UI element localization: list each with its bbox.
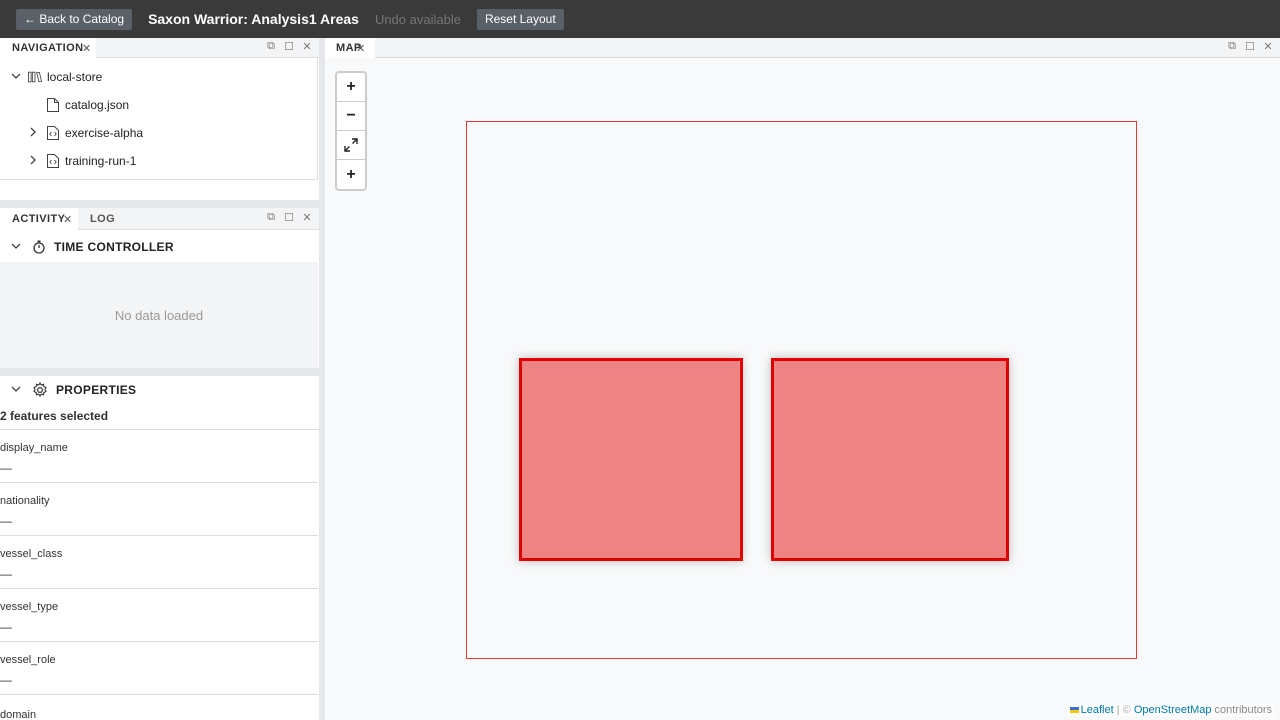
navigation-tabstrip: NAVIGATION ✕ ⧉ ☐ ✕ xyxy=(0,38,319,58)
gear-icon xyxy=(32,382,48,398)
activity-window-controls: ⧉ ☐ ✕ xyxy=(265,211,313,224)
ukraine-flag-icon xyxy=(1069,707,1079,714)
attribution-separator: | © xyxy=(1113,704,1134,716)
undo-status[interactable]: Undo available xyxy=(375,12,461,27)
reset-layout-button[interactable]: Reset Layout xyxy=(476,8,564,30)
maximize-icon[interactable]: ☐ xyxy=(1244,40,1256,53)
tab-navigation[interactable]: NAVIGATION ✕ xyxy=(0,38,96,58)
time-controller-empty: No data loaded xyxy=(0,262,318,368)
library-icon xyxy=(28,70,42,84)
zoom-in-button[interactable]: + xyxy=(337,73,365,102)
maximize-icon[interactable]: ☐ xyxy=(283,211,295,224)
property-label: vessel_type xyxy=(0,601,59,613)
map-canvas[interactable] xyxy=(325,58,1280,720)
property-label: vessel_role xyxy=(0,654,56,666)
zoom-out-button[interactable]: − xyxy=(337,102,365,131)
property-row-nationality: nationality — xyxy=(0,483,318,536)
popout-icon[interactable]: ⧉ xyxy=(265,40,277,53)
properties-title: PROPERTIES xyxy=(56,383,137,397)
time-controller-header[interactable]: TIME CONTROLLER xyxy=(10,233,319,261)
chevron-right-icon[interactable] xyxy=(27,155,39,168)
selection-summary: 2 features selected xyxy=(0,409,109,423)
close-icon[interactable]: ✕ xyxy=(63,213,73,226)
navigation-panel: NAVIGATION ✕ ⧉ ☐ ✕ local-store catalog.j… xyxy=(0,38,319,200)
panel-divider[interactable] xyxy=(0,200,319,208)
tab-log-label: LOG xyxy=(90,213,116,225)
property-label: nationality xyxy=(0,495,50,507)
close-panel-icon[interactable]: ✕ xyxy=(1262,40,1274,53)
map-tabstrip: MAP ✕ ⧉ ☐ ✕ xyxy=(325,38,1280,58)
close-panel-icon[interactable]: ✕ xyxy=(301,211,313,224)
map-attribution: Leaflet | © OpenStreetMap contributors xyxy=(1067,704,1274,716)
file-icon xyxy=(46,98,60,112)
close-panel-icon[interactable]: ✕ xyxy=(301,40,313,53)
property-value[interactable]: — xyxy=(0,461,12,475)
tree-item-exercise-alpha[interactable]: exercise-alpha xyxy=(27,119,143,147)
tree-item-training-run-1[interactable]: training-run-1 xyxy=(27,147,136,175)
popout-icon[interactable]: ⧉ xyxy=(1226,40,1238,53)
area-feature-1[interactable] xyxy=(519,358,743,561)
fit-bounds-button[interactable] xyxy=(337,131,365,160)
stopwatch-icon xyxy=(32,240,46,254)
close-icon[interactable]: ✕ xyxy=(82,42,92,55)
chevron-down-icon[interactable] xyxy=(10,384,22,397)
property-row-display-name: display_name — xyxy=(0,430,318,483)
tree-item-label: training-run-1 xyxy=(65,154,137,168)
back-to-catalog-button[interactable]: ← Back to Catalog xyxy=(16,8,133,30)
property-value[interactable]: — xyxy=(0,673,12,687)
property-label: display_name xyxy=(0,442,68,454)
osm-link[interactable]: OpenStreetMap xyxy=(1134,704,1212,716)
map-window-controls: ⧉ ☐ ✕ xyxy=(1226,40,1274,53)
area-feature-2[interactable] xyxy=(771,358,1009,561)
map-controls: + − + xyxy=(335,71,367,191)
tree-item-label: local-store xyxy=(47,70,103,84)
property-row-domain: domain xyxy=(0,695,318,720)
chevron-down-icon[interactable] xyxy=(10,71,22,84)
expand-icon xyxy=(344,138,358,152)
properties-header[interactable]: PROPERTIES xyxy=(10,376,319,404)
tab-log[interactable]: LOG xyxy=(78,208,115,230)
top-bar: ← Back to Catalog Saxon Warrior: Analysi… xyxy=(0,0,1280,38)
navigation-tree: local-store catalog.json exercise-alpha xyxy=(0,58,318,180)
activity-tabstrip: ACTIVITY ✕ LOG ⧉ ☐ ✕ xyxy=(0,208,319,230)
attribution-suffix: contributors xyxy=(1211,704,1272,716)
leaflet-link[interactable]: Leaflet xyxy=(1081,704,1114,716)
code-file-icon xyxy=(46,154,60,168)
property-label: domain xyxy=(0,709,37,720)
navigation-window-controls: ⧉ ☐ ✕ xyxy=(265,40,313,53)
tree-item-label: catalog.json xyxy=(65,98,130,112)
tab-map[interactable]: MAP ✕ xyxy=(325,38,375,58)
chevron-right-icon[interactable] xyxy=(27,127,39,140)
code-file-icon xyxy=(46,126,60,140)
property-row-vessel-type: vessel_type — xyxy=(0,589,318,642)
tab-navigation-label: NAVIGATION xyxy=(12,42,84,54)
close-icon[interactable]: ✕ xyxy=(356,42,366,55)
page-title: Saxon Warrior: Analysis1 Areas xyxy=(148,11,359,27)
tree-item-local-store[interactable]: local-store xyxy=(10,63,102,91)
time-controller-title: TIME CONTROLLER xyxy=(54,240,174,254)
property-value[interactable]: — xyxy=(0,514,12,528)
maximize-icon[interactable]: ☐ xyxy=(283,40,295,53)
chevron-down-icon[interactable] xyxy=(10,241,22,254)
tab-activity[interactable]: ACTIVITY ✕ xyxy=(0,208,78,230)
map-features[interactable] xyxy=(325,58,1280,720)
property-row-vessel-class: vessel_class — xyxy=(0,536,318,589)
property-value[interactable]: — xyxy=(0,567,12,581)
tree-item-catalog-json[interactable]: catalog.json xyxy=(46,91,129,119)
add-feature-button[interactable]: + xyxy=(337,160,365,189)
popout-icon[interactable]: ⧉ xyxy=(265,211,277,224)
tab-activity-label: ACTIVITY xyxy=(12,213,66,225)
property-label: vessel_class xyxy=(0,548,63,560)
section-divider[interactable] xyxy=(0,368,319,376)
property-row-vessel-role: vessel_role — xyxy=(0,642,318,695)
property-value[interactable]: — xyxy=(0,620,12,634)
tree-item-label: exercise-alpha xyxy=(65,126,144,140)
